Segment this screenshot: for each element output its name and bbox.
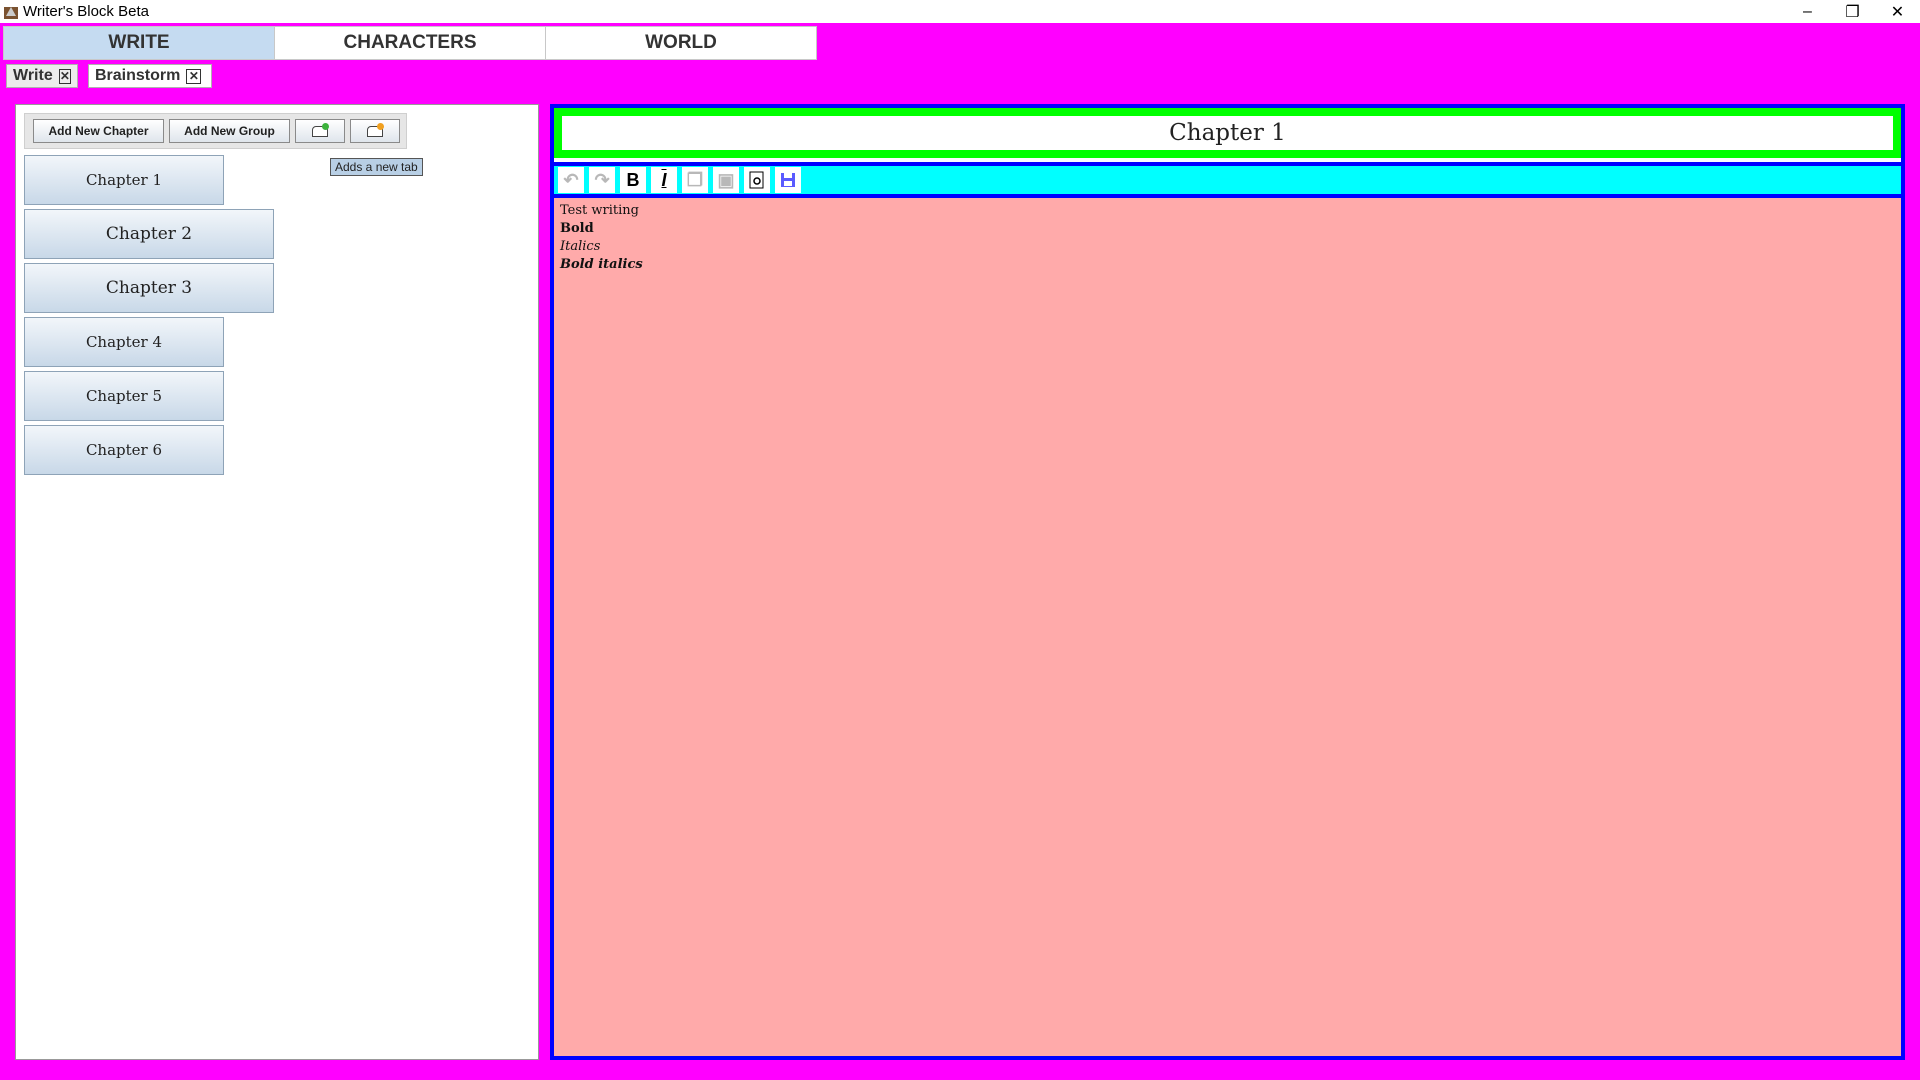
editor-line-bold: Bold (560, 221, 594, 236)
editor-panel: Chapter 1 ↶ ↷ B I ❐ ▣ Test writing Bold … (550, 104, 1905, 1060)
chapter-toolbar: Add New Chapter Add New Group (24, 113, 407, 149)
format-toolbar: ↶ ↷ B I ❐ ▣ (554, 162, 1901, 198)
add-tab-button[interactable] (295, 119, 345, 143)
editor-line-bold-italic: Bold italics (560, 257, 643, 272)
preview-icon[interactable] (744, 167, 770, 193)
subtab-brainstorm-label: Brainstorm (95, 67, 181, 84)
main-tab-strip: WRITE CHARACTERS WORLD (0, 23, 1920, 60)
copy-icon[interactable]: ❐ (682, 167, 708, 193)
chapter-title[interactable]: Chapter 1 (562, 116, 1893, 150)
window-title: Writer's Block Beta (23, 3, 149, 20)
close-icon[interactable]: ✕ (186, 68, 202, 84)
remove-tab-button[interactable] (350, 119, 400, 143)
subtab-write[interactable]: Write ✕ (6, 64, 78, 88)
tab-world[interactable]: WORLD (545, 26, 817, 60)
paste-icon[interactable]: ▣ (713, 167, 739, 193)
italic-icon[interactable]: I (651, 167, 677, 193)
chapter-button[interactable]: Chapter 1 (24, 155, 224, 205)
redo-icon[interactable]: ↷ (589, 167, 615, 193)
subtab-write-label: Write (13, 67, 53, 84)
add-new-group-button[interactable]: Add New Group (169, 119, 290, 143)
chapter-button[interactable]: Chapter 3 (24, 263, 274, 313)
close-icon[interactable]: ✕ (58, 68, 71, 84)
remove-tab-icon (367, 122, 384, 137)
add-new-chapter-button[interactable]: Add New Chapter (33, 119, 164, 143)
close-window-button[interactable]: ✕ (1875, 0, 1920, 23)
tab-characters[interactable]: CHARACTERS (274, 26, 546, 60)
tab-write[interactable]: WRITE (3, 26, 275, 60)
editor-line-plain: Test writing (560, 203, 639, 218)
tooltip: Adds a new tab (330, 158, 423, 176)
chapter-button[interactable]: Chapter 2 (24, 209, 274, 259)
save-icon[interactable] (775, 167, 801, 193)
chapter-title-frame: Chapter 1 (554, 108, 1901, 158)
undo-icon[interactable]: ↶ (558, 167, 584, 193)
chapter-button[interactable]: Chapter 6 (24, 425, 224, 475)
bold-icon[interactable]: B (620, 167, 646, 193)
app-icon (4, 6, 18, 19)
minimize-button[interactable]: – (1785, 0, 1830, 23)
chapter-button[interactable]: Chapter 4 (24, 317, 224, 367)
text-editor[interactable]: Test writing Bold Italics Bold italics (554, 198, 1901, 1056)
subtab-brainstorm[interactable]: Brainstorm ✕ (88, 64, 212, 88)
window-titlebar: Writer's Block Beta – ❐ ✕ (0, 0, 1920, 23)
sub-tab-strip: Write ✕ Brainstorm ✕ (0, 62, 1920, 89)
maximize-button[interactable]: ❐ (1830, 0, 1875, 23)
editor-line-italic: Italics (560, 239, 601, 254)
chapter-button[interactable]: Chapter 5 (24, 371, 224, 421)
add-tab-icon (312, 122, 329, 137)
